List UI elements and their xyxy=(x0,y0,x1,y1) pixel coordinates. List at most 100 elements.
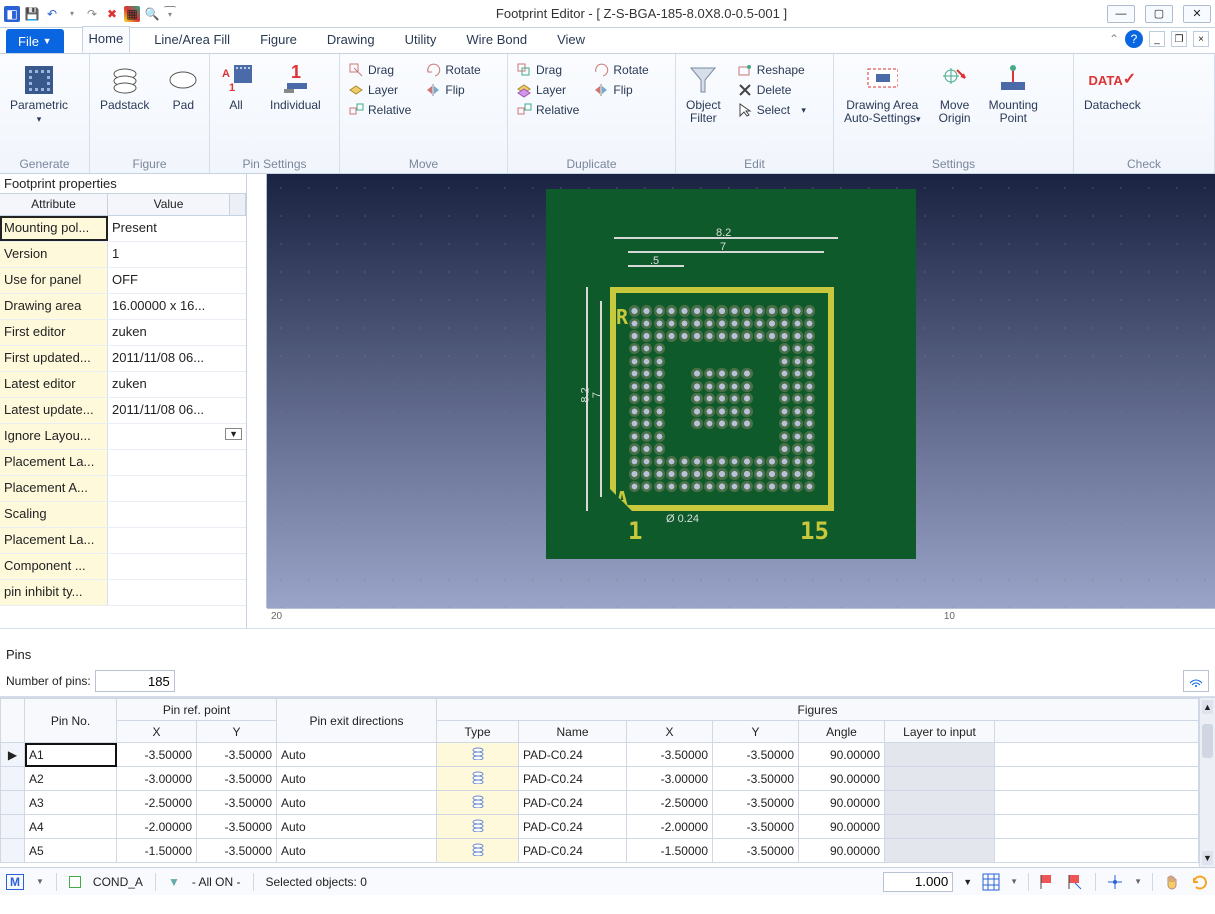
cell-x[interactable]: -2.50000 xyxy=(117,791,197,815)
collapse-ribbon-icon[interactable]: ⌃ xyxy=(1109,32,1119,46)
cell-x[interactable]: -2.00000 xyxy=(117,815,197,839)
mdi-restore-button[interactable]: ❐ xyxy=(1171,31,1187,47)
property-val[interactable]: zuken xyxy=(108,320,246,345)
cell-fy[interactable]: -3.50000 xyxy=(713,743,799,767)
help-icon[interactable]: ? xyxy=(1125,30,1143,48)
cell-layer[interactable] xyxy=(885,743,995,767)
property-val[interactable]: ▼ xyxy=(108,424,246,449)
cell-pin-no[interactable]: A3 xyxy=(25,791,117,815)
dup-relative-button[interactable]: Relative xyxy=(516,102,579,118)
cell-y[interactable]: -3.50000 xyxy=(197,767,277,791)
mdi-minimize-button[interactable]: _ xyxy=(1149,31,1165,47)
property-val[interactable] xyxy=(108,554,246,579)
parametric-button[interactable]: Parametric▾ xyxy=(8,62,70,127)
grid-toggle-icon[interactable] xyxy=(982,873,1000,891)
cell-layer[interactable] xyxy=(885,839,995,863)
pin-row[interactable]: A4-2.00000-3.50000AutoPAD-C0.24-2.00000-… xyxy=(1,815,1199,839)
property-val[interactable] xyxy=(108,580,246,605)
object-filter-button[interactable]: Object Filter xyxy=(684,62,723,127)
pin-row[interactable]: A3-2.50000-3.50000AutoPAD-C0.24-2.50000-… xyxy=(1,791,1199,815)
zoom-input[interactable] xyxy=(883,872,953,892)
mounting-point-button[interactable]: Mounting Point xyxy=(987,62,1040,127)
tab-line-area-fill[interactable]: Line/Area Fill xyxy=(148,28,236,53)
property-val[interactable] xyxy=(108,502,246,527)
property-row[interactable]: Placement A... xyxy=(0,476,246,502)
dup-rotate-button[interactable]: Rotate xyxy=(593,62,648,78)
datacheck-button[interactable]: DATA✓ Datacheck xyxy=(1082,62,1143,114)
hand-icon[interactable] xyxy=(1163,873,1181,891)
scroll-up-icon[interactable]: ▲ xyxy=(1202,700,1213,714)
row-handle[interactable] xyxy=(1,839,25,863)
red-flag-alt-icon[interactable] xyxy=(1067,873,1085,891)
cell-fx[interactable]: -3.00000 xyxy=(627,767,713,791)
dup-layer-button[interactable]: Layer xyxy=(516,82,579,98)
property-val[interactable]: 16.00000 x 16... xyxy=(108,294,246,319)
property-val[interactable]: zuken xyxy=(108,372,246,397)
scroll-thumb[interactable] xyxy=(1202,724,1213,758)
zoom-dropdown-icon[interactable]: ▼ xyxy=(963,877,972,887)
row-handle[interactable] xyxy=(1,767,25,791)
th-pin-ref-point[interactable]: Pin ref. point xyxy=(117,699,277,721)
cell-fy[interactable]: -3.50000 xyxy=(713,839,799,863)
cell-name[interactable]: PAD-C0.24 xyxy=(519,743,627,767)
property-row[interactable]: Latest editorzuken xyxy=(0,372,246,398)
pin-row[interactable]: A2-3.00000-3.50000AutoPAD-C0.24-3.00000-… xyxy=(1,767,1199,791)
property-row[interactable]: Component ... xyxy=(0,554,246,580)
cell-angle[interactable]: 90.00000 xyxy=(799,815,885,839)
move-rotate-button[interactable]: Rotate xyxy=(425,62,480,78)
row-handle[interactable] xyxy=(1,815,25,839)
property-row[interactable]: Placement La... xyxy=(0,450,246,476)
cell-fx[interactable]: -2.00000 xyxy=(627,815,713,839)
th-fx[interactable]: X xyxy=(627,721,713,743)
select-button[interactable]: Select ▾ xyxy=(737,102,806,118)
pins-scrollbar[interactable]: ▲ ▼ xyxy=(1199,698,1215,867)
tab-figure[interactable]: Figure xyxy=(254,28,303,53)
th-figures[interactable]: Figures xyxy=(437,699,1199,721)
delete-button[interactable]: Delete xyxy=(737,82,806,98)
th-fy[interactable]: Y xyxy=(713,721,799,743)
cell-fx[interactable]: -2.50000 xyxy=(627,791,713,815)
property-val[interactable]: 2011/11/08 06... xyxy=(108,346,246,371)
property-row[interactable]: Ignore Layou...▼ xyxy=(0,424,246,450)
cell-pin-no[interactable]: A5 xyxy=(25,839,117,863)
property-row[interactable]: Latest update...2011/11/08 06... xyxy=(0,398,246,424)
row-handle[interactable] xyxy=(1,791,25,815)
cell-y[interactable]: -3.50000 xyxy=(197,791,277,815)
cell-pin-no[interactable]: A4 xyxy=(25,815,117,839)
target-icon[interactable] xyxy=(1106,873,1124,891)
cell-type[interactable] xyxy=(437,743,519,767)
property-val[interactable]: OFF xyxy=(108,268,246,293)
minimize-button[interactable]: — xyxy=(1107,5,1135,23)
cell-layer[interactable] xyxy=(885,767,995,791)
property-val[interactable] xyxy=(108,476,246,501)
cell-y[interactable]: -3.50000 xyxy=(197,743,277,767)
reshape-button[interactable]: Reshape xyxy=(737,62,806,78)
cell-fy[interactable]: -3.50000 xyxy=(713,815,799,839)
maximize-button[interactable]: ▢ xyxy=(1145,5,1173,23)
pin-row[interactable]: A5-1.50000-3.50000AutoPAD-C0.24-1.50000-… xyxy=(1,839,1199,863)
tab-file[interactable]: File ▼ xyxy=(6,29,64,53)
move-drag-button[interactable]: Drag xyxy=(348,62,411,78)
red-flag-icon[interactable] xyxy=(1039,873,1057,891)
th-pin-no[interactable]: Pin No. xyxy=(25,699,117,743)
property-row[interactable]: First updated...2011/11/08 06... xyxy=(0,346,246,372)
redo-icon[interactable]: ↷ xyxy=(84,6,100,22)
cell-x[interactable]: -3.00000 xyxy=(117,767,197,791)
cell-angle[interactable]: 90.00000 xyxy=(799,743,885,767)
undo-dropdown-icon[interactable]: ▾ xyxy=(64,6,80,22)
property-row[interactable]: Placement La... xyxy=(0,528,246,554)
cell-exit[interactable]: Auto xyxy=(277,791,437,815)
status-layer-name[interactable]: COND_A xyxy=(93,875,143,889)
cell-fy[interactable]: -3.50000 xyxy=(713,791,799,815)
close-doc-icon[interactable]: ✖ xyxy=(104,6,120,22)
th-name[interactable]: Name xyxy=(519,721,627,743)
cell-pin-no[interactable]: A2 xyxy=(25,767,117,791)
property-row[interactable]: Version1 xyxy=(0,242,246,268)
number-of-pins-input[interactable] xyxy=(95,670,175,692)
th-angle[interactable]: Angle xyxy=(799,721,885,743)
row-handle[interactable]: ▶ xyxy=(1,743,25,767)
property-row[interactable]: pin inhibit ty... xyxy=(0,580,246,606)
pin-individual-button[interactable]: 1 Individual xyxy=(268,62,323,114)
props-header-attribute[interactable]: Attribute xyxy=(0,194,108,215)
drawing-area-auto-button[interactable]: Drawing Area Auto-Settings▾ xyxy=(842,62,923,127)
